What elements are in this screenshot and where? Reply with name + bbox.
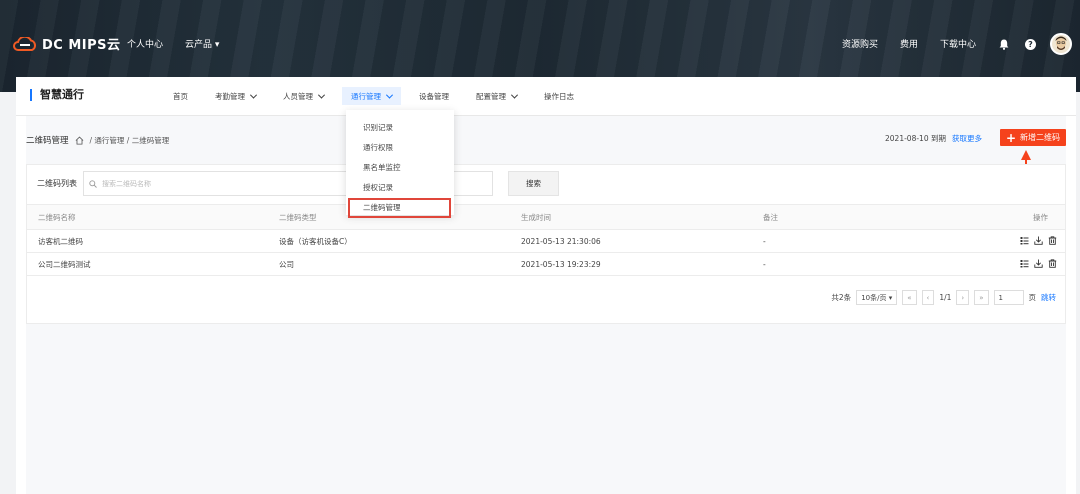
- breadcrumb: 二维码管理 / 通行管理 / 二维码管理: [26, 134, 170, 147]
- cell-time: 2021-05-13 21:30:06: [521, 236, 601, 246]
- nav-cloud-products-label: 云产品: [185, 40, 213, 50]
- tab-attendance-label: 考勤管理: [215, 91, 245, 101]
- app-title: 智慧通行: [30, 89, 84, 101]
- get-more-link[interactable]: 获取更多: [952, 133, 982, 144]
- chevron-down-icon: [317, 91, 326, 99]
- logo[interactable]: DC MIPS云: [13, 34, 121, 53]
- tab-home-label: 首页: [173, 91, 188, 101]
- col-note: 备注: [763, 212, 778, 222]
- cell-name: 访客机二维码: [38, 236, 83, 246]
- search-placeholder: 搜索二维码名称: [102, 179, 151, 188]
- table-row: 访客机二维码 设备（访客机设备C） 2021-05-13 21:30:06 -: [27, 230, 1065, 253]
- nav-personal-center[interactable]: 个人中心: [127, 37, 163, 50]
- page-suffix: 页: [1028, 293, 1037, 302]
- cell-type: 公司: [279, 259, 294, 269]
- top-nav-right: 资源购买 费用 下载中心: [842, 37, 976, 50]
- tab-devices[interactable]: 设备管理: [410, 87, 458, 105]
- tab-access-label: 通行管理: [351, 91, 381, 101]
- cell-name: 公司二维码测试: [38, 259, 91, 269]
- jump-button[interactable]: 跳转: [1041, 292, 1056, 303]
- page-title: 二维码管理: [26, 136, 69, 146]
- search-button[interactable]: 搜索: [508, 171, 559, 196]
- top-icons: ?: [997, 33, 1072, 55]
- pagination: 共2条 10条/页 ▾ « ‹ 1/1 › » 1 页 跳转: [831, 290, 1056, 305]
- tab-access[interactable]: 通行管理: [342, 87, 401, 105]
- menu-item-qrcode-management[interactable]: 二维码管理: [348, 198, 451, 218]
- tab-config[interactable]: 配置管理: [467, 87, 526, 105]
- top-nav-left: 个人中心 云产品 ▾: [127, 37, 219, 50]
- tab-devices-label: 设备管理: [419, 91, 449, 101]
- home-icon[interactable]: [75, 136, 84, 145]
- app-nav: 首页 考勤管理 人员管理 通行管理 设备管理 配置管理 操作日志: [164, 87, 592, 105]
- table-header-row: 二维码名称 二维码类型 生成时间 备注 操作: [27, 204, 1065, 230]
- menu-item-recognition-records[interactable]: 识别记录: [346, 118, 454, 138]
- search-icon: [89, 179, 97, 188]
- qrcode-table: 二维码名称 二维码类型 生成时间 备注 操作 访客机二维码 设备（访客机设备C）…: [27, 204, 1065, 276]
- total-count: 共2条: [831, 293, 852, 302]
- table-row: 公司二维码测试 公司 2021-05-13 19:23:29 -: [27, 253, 1065, 276]
- expiry-info: 2021-08-10 到期 获取更多: [885, 133, 982, 144]
- cell-time: 2021-05-13 19:23:29: [521, 259, 601, 269]
- plus-icon: +: [1005, 130, 1016, 145]
- details-icon[interactable]: [1020, 236, 1029, 245]
- menu-item-authorization-records[interactable]: 授权记录: [346, 178, 454, 198]
- content-area: 二维码管理 / 通行管理 / 二维码管理 2021-08-10 到期 获取更多 …: [26, 116, 1066, 494]
- chevron-down-icon: [385, 91, 394, 99]
- tab-operation-log[interactable]: 操作日志: [535, 87, 583, 105]
- cell-note: -: [763, 236, 766, 246]
- logo-text: DC MIPS云: [42, 38, 121, 53]
- tab-home[interactable]: 首页: [164, 87, 197, 105]
- tab-personnel-label: 人员管理: [283, 91, 313, 101]
- tab-personnel[interactable]: 人员管理: [274, 87, 333, 105]
- caret-down-icon: ▾: [888, 293, 893, 302]
- chevron-down-icon: [249, 91, 258, 99]
- page-input[interactable]: 1: [993, 290, 1024, 305]
- cloud-logo-icon: [13, 36, 37, 51]
- last-page-button[interactable]: »: [974, 290, 989, 305]
- access-management-dropdown: 识别记录 通行权限 黑名单监控 授权记录 二维码管理: [346, 110, 454, 218]
- delete-icon[interactable]: [1048, 258, 1057, 268]
- col-time: 生成时间: [521, 212, 551, 222]
- list-label: 二维码列表: [37, 179, 77, 188]
- page-size-select[interactable]: 10条/页 ▾: [856, 290, 898, 305]
- menu-item-access-permissions[interactable]: 通行权限: [346, 138, 454, 158]
- cell-actions: [851, 253, 1065, 276]
- next-page-button[interactable]: ›: [956, 290, 970, 305]
- cell-note: -: [763, 259, 766, 269]
- nav-download-center[interactable]: 下载中心: [940, 37, 976, 50]
- chevron-down-icon: [510, 91, 519, 99]
- bell-icon[interactable]: [997, 37, 1011, 51]
- details-icon[interactable]: [1020, 259, 1029, 268]
- page-size-value: 10条/页: [861, 293, 887, 302]
- nav-cloud-products[interactable]: 云产品 ▾: [185, 37, 219, 50]
- first-page-button[interactable]: «: [902, 290, 917, 305]
- main-panel: 智慧通行 首页 考勤管理 人员管理 通行管理 设备管理 配置管理 操作日志 二维…: [16, 77, 1076, 494]
- prev-page-button[interactable]: ‹: [921, 290, 935, 305]
- help-icon[interactable]: ?: [1025, 38, 1036, 50]
- tab-attendance[interactable]: 考勤管理: [206, 87, 265, 105]
- col-actions: 操作: [1033, 212, 1048, 222]
- tab-config-label: 配置管理: [476, 91, 506, 101]
- delete-icon[interactable]: [1048, 235, 1057, 245]
- add-qrcode-button[interactable]: + 新增二维码: [999, 129, 1066, 146]
- app-header: 智慧通行 首页 考勤管理 人员管理 通行管理 设备管理 配置管理 操作日志: [16, 77, 1076, 116]
- expiry-date: 2021-08-10 到期: [885, 134, 946, 143]
- download-icon[interactable]: [1034, 236, 1043, 245]
- page-indicator: 1/1: [939, 293, 952, 302]
- col-name: 二维码名称: [38, 212, 76, 222]
- add-qrcode-label: 新增二维码: [1020, 133, 1060, 142]
- menu-item-blacklist-monitor[interactable]: 黑名单监控: [346, 158, 454, 178]
- caret-down-icon: ▾: [214, 40, 220, 50]
- nav-resource-purchase[interactable]: 资源购买: [842, 37, 878, 50]
- cell-actions: [851, 230, 1065, 253]
- breadcrumb-path[interactable]: / 通行管理 / 二维码管理: [90, 135, 170, 146]
- avatar[interactable]: [1050, 33, 1072, 55]
- cell-type: 设备（访客机设备C）: [279, 236, 352, 246]
- tab-operation-log-label: 操作日志: [544, 91, 574, 101]
- download-icon[interactable]: [1034, 259, 1043, 268]
- qrcode-list-card: 二维码列表 搜索二维码名称 搜索 二维码名称 二维码类型 生成时间 备注 操作: [26, 164, 1066, 324]
- nav-fees[interactable]: 费用: [900, 37, 918, 50]
